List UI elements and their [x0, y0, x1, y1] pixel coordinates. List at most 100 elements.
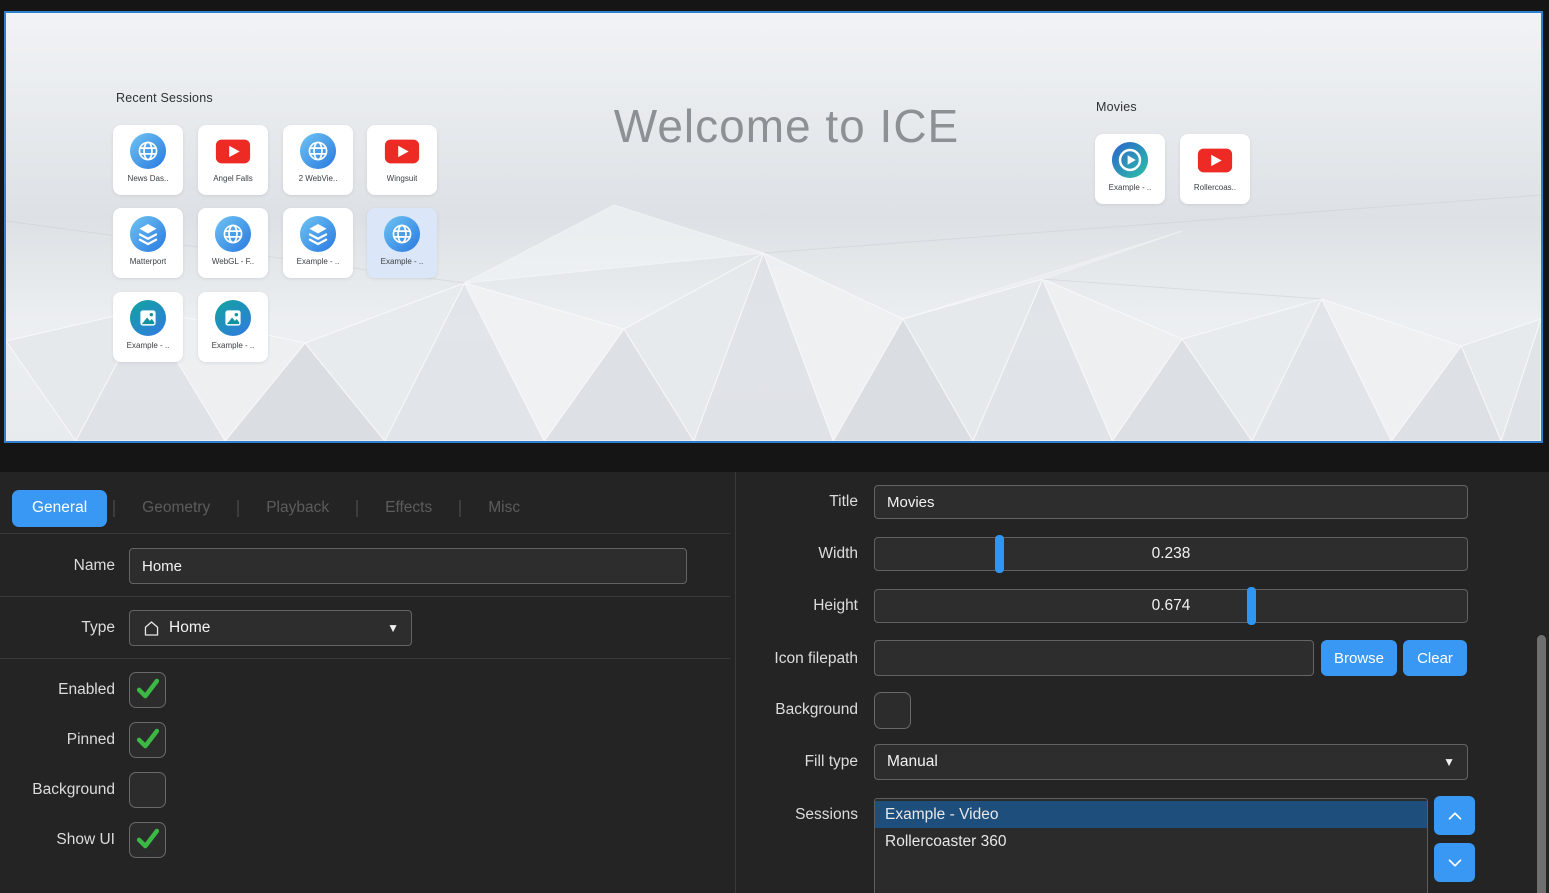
- tab-general[interactable]: General: [12, 490, 107, 527]
- youtube-icon: [383, 132, 421, 170]
- width-slider[interactable]: 0.238: [874, 537, 1468, 571]
- fill-type-value: Manual: [887, 753, 938, 771]
- check-icon: [132, 673, 164, 705]
- tile-label: Example - ..: [127, 341, 170, 350]
- pinned-checkbox[interactable]: [129, 722, 166, 758]
- tab-separator: [356, 500, 358, 517]
- session-tile[interactable]: Matterport: [113, 208, 183, 278]
- tab-label: Playback: [266, 499, 329, 517]
- section-divider: [0, 596, 730, 597]
- tile-label: Example - ..: [212, 341, 255, 350]
- height-value: 0.674: [875, 590, 1467, 622]
- session-tile[interactable]: WebGL - F..: [198, 208, 268, 278]
- enabled-checkbox[interactable]: [129, 672, 166, 708]
- enabled-label: Enabled: [0, 681, 115, 699]
- session-tile[interactable]: Example - ..: [198, 292, 268, 362]
- chevron-down-icon: [1444, 852, 1466, 874]
- layers-icon: [299, 215, 337, 253]
- width-value: 0.238: [875, 538, 1467, 570]
- type-value: Home: [169, 619, 210, 637]
- type-label: Type: [0, 619, 115, 637]
- session-tile-selected[interactable]: Example - ..: [367, 208, 437, 278]
- show-ui-checkbox[interactable]: [129, 822, 166, 858]
- image-icon: [129, 299, 167, 337]
- tab-effects[interactable]: Effects: [364, 490, 453, 527]
- session-tile[interactable]: Example - ..: [113, 292, 183, 362]
- chevron-up-icon: [1444, 805, 1466, 827]
- session-tile[interactable]: Angel Falls: [198, 125, 268, 195]
- tab-label: Misc: [488, 499, 520, 517]
- app-window: Recent Sessions Welcome to ICE Movies Ne…: [0, 0, 1549, 893]
- vertical-scrollbar[interactable]: [1537, 635, 1546, 893]
- tab-misc[interactable]: Misc: [467, 490, 541, 527]
- check-icon: [132, 823, 164, 855]
- tab-geometry[interactable]: Geometry: [121, 490, 231, 527]
- check-icon: [132, 723, 164, 755]
- icon-filepath-label: Icon filepath: [740, 650, 858, 668]
- movie-tile[interactable]: Rollercoas..: [1180, 134, 1250, 204]
- browse-button[interactable]: Browse: [1321, 640, 1397, 676]
- chevron-down-icon: ▼: [1443, 755, 1455, 769]
- tile-label: News Das..: [128, 174, 169, 183]
- layers-icon: [129, 215, 167, 253]
- tile-label: Rollercoas..: [1194, 183, 1236, 192]
- youtube-icon: [214, 132, 252, 170]
- session-list-item[interactable]: Example - Video: [875, 801, 1427, 828]
- height-slider[interactable]: 0.674: [874, 589, 1468, 623]
- globe-icon: [129, 132, 167, 170]
- session-tile[interactable]: 2 WebVie..: [283, 125, 353, 195]
- session-item-label: Rollercoaster 360: [885, 833, 1006, 851]
- icon-filepath-input[interactable]: [874, 640, 1314, 676]
- session-item-label: Example - Video: [885, 806, 998, 824]
- properties-panel: General Geometry Playback Effects Misc N…: [0, 472, 1549, 893]
- height-slider-handle[interactable]: [1247, 587, 1256, 625]
- move-down-button[interactable]: [1434, 843, 1475, 882]
- tile-label: 2 WebVie..: [299, 174, 338, 183]
- section-divider: [0, 533, 730, 534]
- tile-label: Example - ..: [297, 257, 340, 266]
- movies-heading: Movies: [1096, 100, 1137, 114]
- tab-separator: [459, 500, 461, 517]
- session-list-item[interactable]: Rollercoaster 360: [875, 828, 1427, 855]
- sessions-label: Sessions: [740, 806, 858, 824]
- tab-playback[interactable]: Playback: [245, 490, 350, 527]
- tab-separator: [113, 500, 115, 517]
- clear-button[interactable]: Clear: [1403, 640, 1467, 676]
- name-input[interactable]: [129, 548, 687, 584]
- fill-type-label: Fill type: [740, 753, 858, 771]
- type-dropdown[interactable]: Home ▼: [129, 610, 412, 646]
- move-up-button[interactable]: [1434, 796, 1475, 835]
- session-tile[interactable]: Wingsuit: [367, 125, 437, 195]
- tile-label: Example - ..: [381, 257, 424, 266]
- background-fill-checkbox[interactable]: [874, 692, 911, 729]
- play-icon: [1111, 141, 1149, 179]
- globe-icon: [383, 215, 421, 253]
- background-label: Background: [0, 781, 115, 799]
- pinned-label: Pinned: [0, 731, 115, 749]
- image-icon: [214, 299, 252, 337]
- width-slider-handle[interactable]: [995, 535, 1004, 573]
- tab-label: Geometry: [142, 499, 210, 517]
- home-preview-canvas[interactable]: Recent Sessions Welcome to ICE Movies Ne…: [4, 11, 1543, 443]
- background-fill-label: Background: [740, 701, 858, 719]
- tile-label: Angel Falls: [213, 174, 253, 183]
- tab-separator: [237, 500, 239, 517]
- session-tile[interactable]: Example - ..: [283, 208, 353, 278]
- chevron-down-icon: ▼: [387, 621, 399, 635]
- tile-label: Matterport: [130, 257, 166, 266]
- youtube-icon: [1196, 141, 1234, 179]
- section-divider: [0, 658, 730, 659]
- tile-label: Example - ..: [1109, 183, 1152, 192]
- background-checkbox[interactable]: [129, 772, 166, 808]
- globe-icon: [214, 215, 252, 253]
- movie-tile[interactable]: Example - ..: [1095, 134, 1165, 204]
- globe-icon: [299, 132, 337, 170]
- session-tile[interactable]: News Das..: [113, 125, 183, 195]
- tile-label: WebGL - F..: [212, 257, 254, 266]
- tab-label: General: [32, 499, 87, 517]
- tab-bar: General Geometry Playback Effects Misc: [12, 488, 541, 528]
- width-label: Width: [740, 545, 858, 563]
- name-label: Name: [0, 557, 115, 575]
- fill-type-dropdown[interactable]: Manual ▼: [874, 744, 1468, 780]
- title-input[interactable]: [874, 485, 1468, 519]
